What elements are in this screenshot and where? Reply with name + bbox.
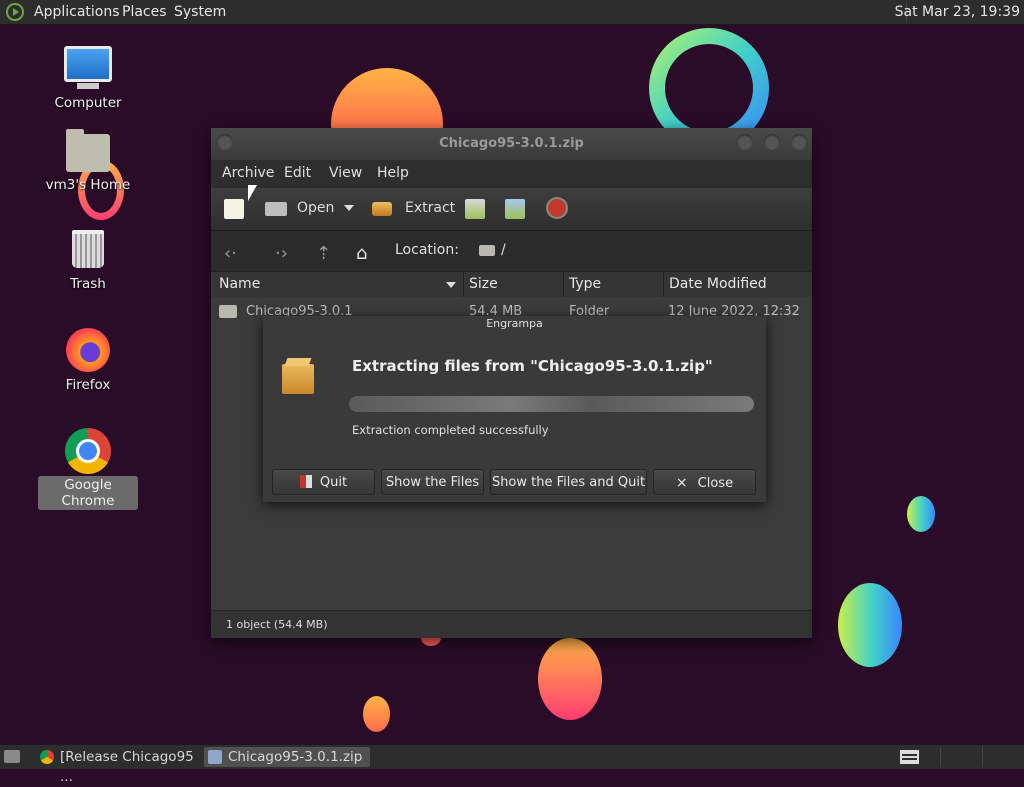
extract-button[interactable]: Extract xyxy=(405,200,455,216)
dialog-heading: Extracting files from "Chicago95-3.0.1.z… xyxy=(352,357,713,375)
chrome-icon xyxy=(65,428,111,474)
workspace-divider xyxy=(982,747,983,767)
close-label: Close xyxy=(697,476,734,491)
location-label: Location: xyxy=(395,242,459,258)
open-button[interactable]: Open xyxy=(297,200,334,216)
desktop-icon-chrome[interactable]: Google Chrome xyxy=(38,428,138,510)
minimize-icon[interactable] xyxy=(737,134,753,150)
taskbar-item-archive[interactable]: Chicago95-3.0.1.zip xyxy=(204,747,370,767)
desktop-icon-home[interactable]: vm3's Home xyxy=(38,129,138,194)
quit-button[interactable]: Quit xyxy=(272,469,375,495)
back-arrow-icon[interactable]: ‹· xyxy=(224,243,237,264)
taskbar-label: Chicago95-3.0.1.zip xyxy=(228,749,363,765)
menu-view[interactable]: View xyxy=(329,165,362,181)
window-title: Chicago95-3.0.1.zip xyxy=(439,136,584,151)
up-arrow-icon[interactable]: ⇡ xyxy=(316,243,331,264)
column-divider[interactable] xyxy=(563,272,564,298)
mouse-pointer-icon xyxy=(248,185,257,201)
menubar: Archive Edit View Help xyxy=(211,160,812,188)
column-size[interactable]: Size xyxy=(469,276,498,292)
show-files-button[interactable]: Show the Files xyxy=(381,469,484,495)
window-titlebar[interactable]: Chicago95-3.0.1.zip xyxy=(211,128,812,160)
applications-menu[interactable]: Applications xyxy=(34,4,120,20)
progress-bar xyxy=(349,396,754,412)
open-folder-icon[interactable] xyxy=(265,202,287,216)
package-icon xyxy=(282,364,314,394)
trash-icon xyxy=(72,230,104,268)
show-files-quit-label: Show the Files and Quit xyxy=(491,475,646,490)
sort-down-icon[interactable] xyxy=(446,282,456,288)
column-header: Name Size Type Date Modified xyxy=(211,271,812,299)
quit-label: Quit xyxy=(319,475,348,490)
clock[interactable]: Sat Mar 23, 19:39 xyxy=(895,4,1020,20)
top-panel: Applications Places System Sat Mar 23, 1… xyxy=(0,0,1024,25)
wallpaper-orange-oval xyxy=(538,638,602,720)
folder-icon xyxy=(219,305,237,318)
mate-logo-icon[interactable] xyxy=(6,3,24,21)
column-divider[interactable] xyxy=(463,272,464,298)
menu-archive[interactable]: Archive xyxy=(222,165,274,181)
desktop-icon-label: Computer xyxy=(54,95,122,111)
new-archive-icon[interactable] xyxy=(224,199,244,219)
toolbar: Open Extract xyxy=(211,188,812,230)
workspace-switcher-icon[interactable] xyxy=(900,750,919,764)
dialog-status: Extraction completed successfully xyxy=(352,423,549,437)
desktop-icon-label: Trash xyxy=(70,276,106,292)
chevron-down-icon[interactable] xyxy=(344,205,354,211)
archive-manager-icon xyxy=(208,750,222,764)
desktop-icon-label: Google Chrome xyxy=(38,476,138,510)
status-bar: 1 object (54.4 MB) xyxy=(211,610,812,638)
menu-edit[interactable]: Edit xyxy=(284,165,311,181)
workspace-divider xyxy=(940,747,941,767)
column-type[interactable]: Type xyxy=(569,276,601,292)
desktop-icon-trash[interactable]: Trash xyxy=(38,230,138,293)
desktop-icon-firefox[interactable]: Firefox xyxy=(38,328,138,394)
wallpaper-green-oval xyxy=(838,583,902,667)
wallpaper-small-oval xyxy=(363,696,390,732)
wallpaper-small-green-oval xyxy=(907,496,935,532)
close-window-icon[interactable] xyxy=(791,134,807,150)
firefox-icon xyxy=(66,328,110,372)
taskbar-item-browser[interactable]: [Release Chicago95 ... xyxy=(36,747,202,785)
maximize-icon[interactable] xyxy=(764,134,780,150)
progress-fill xyxy=(349,396,754,412)
close-icon: × xyxy=(675,475,688,491)
bottom-panel: [Release Chicago95 ... Chicago95-3.0.1.z… xyxy=(0,744,1024,785)
computer-icon xyxy=(64,46,112,89)
menu-help[interactable]: Help xyxy=(377,165,409,181)
location-bar: ‹· ·› ⇡ ⌂ Location: / xyxy=(211,230,812,271)
status-text: 1 object (54.4 MB) xyxy=(226,618,328,631)
column-name[interactable]: Name xyxy=(219,276,260,292)
location-path[interactable]: / xyxy=(501,242,506,258)
system-menu[interactable]: System xyxy=(174,4,226,20)
taskbar-label: [Release Chicago95 ... xyxy=(60,749,194,785)
home-folder-icon xyxy=(66,129,110,172)
close-button[interactable]: × Close xyxy=(653,469,756,495)
add-files-icon[interactable] xyxy=(465,199,485,219)
column-divider[interactable] xyxy=(663,272,664,298)
extract-icon[interactable] xyxy=(372,202,392,216)
folder-icon xyxy=(479,245,495,256)
extract-dialog: Engrampa Extracting files from "Chicago9… xyxy=(263,316,766,502)
column-date[interactable]: Date Modified xyxy=(669,276,767,292)
home-icon[interactable]: ⌂ xyxy=(356,243,367,264)
show-files-label: Show the Files xyxy=(385,475,480,490)
forward-arrow-icon[interactable]: ·› xyxy=(275,243,288,264)
dialog-title[interactable]: Engrampa xyxy=(263,317,766,330)
show-desktop-icon[interactable] xyxy=(4,750,20,763)
desktop-icon-label: vm3's Home xyxy=(45,177,131,193)
add-folder-icon[interactable] xyxy=(505,199,525,219)
desktop-icon-label: Firefox xyxy=(65,377,111,393)
show-files-quit-button[interactable]: Show the Files and Quit xyxy=(490,469,647,495)
desktop-icon-computer[interactable]: Computer xyxy=(38,46,138,112)
stop-icon[interactable] xyxy=(548,199,566,217)
chrome-icon xyxy=(40,750,54,764)
quit-icon xyxy=(299,475,312,488)
places-menu[interactable]: Places xyxy=(122,4,167,20)
